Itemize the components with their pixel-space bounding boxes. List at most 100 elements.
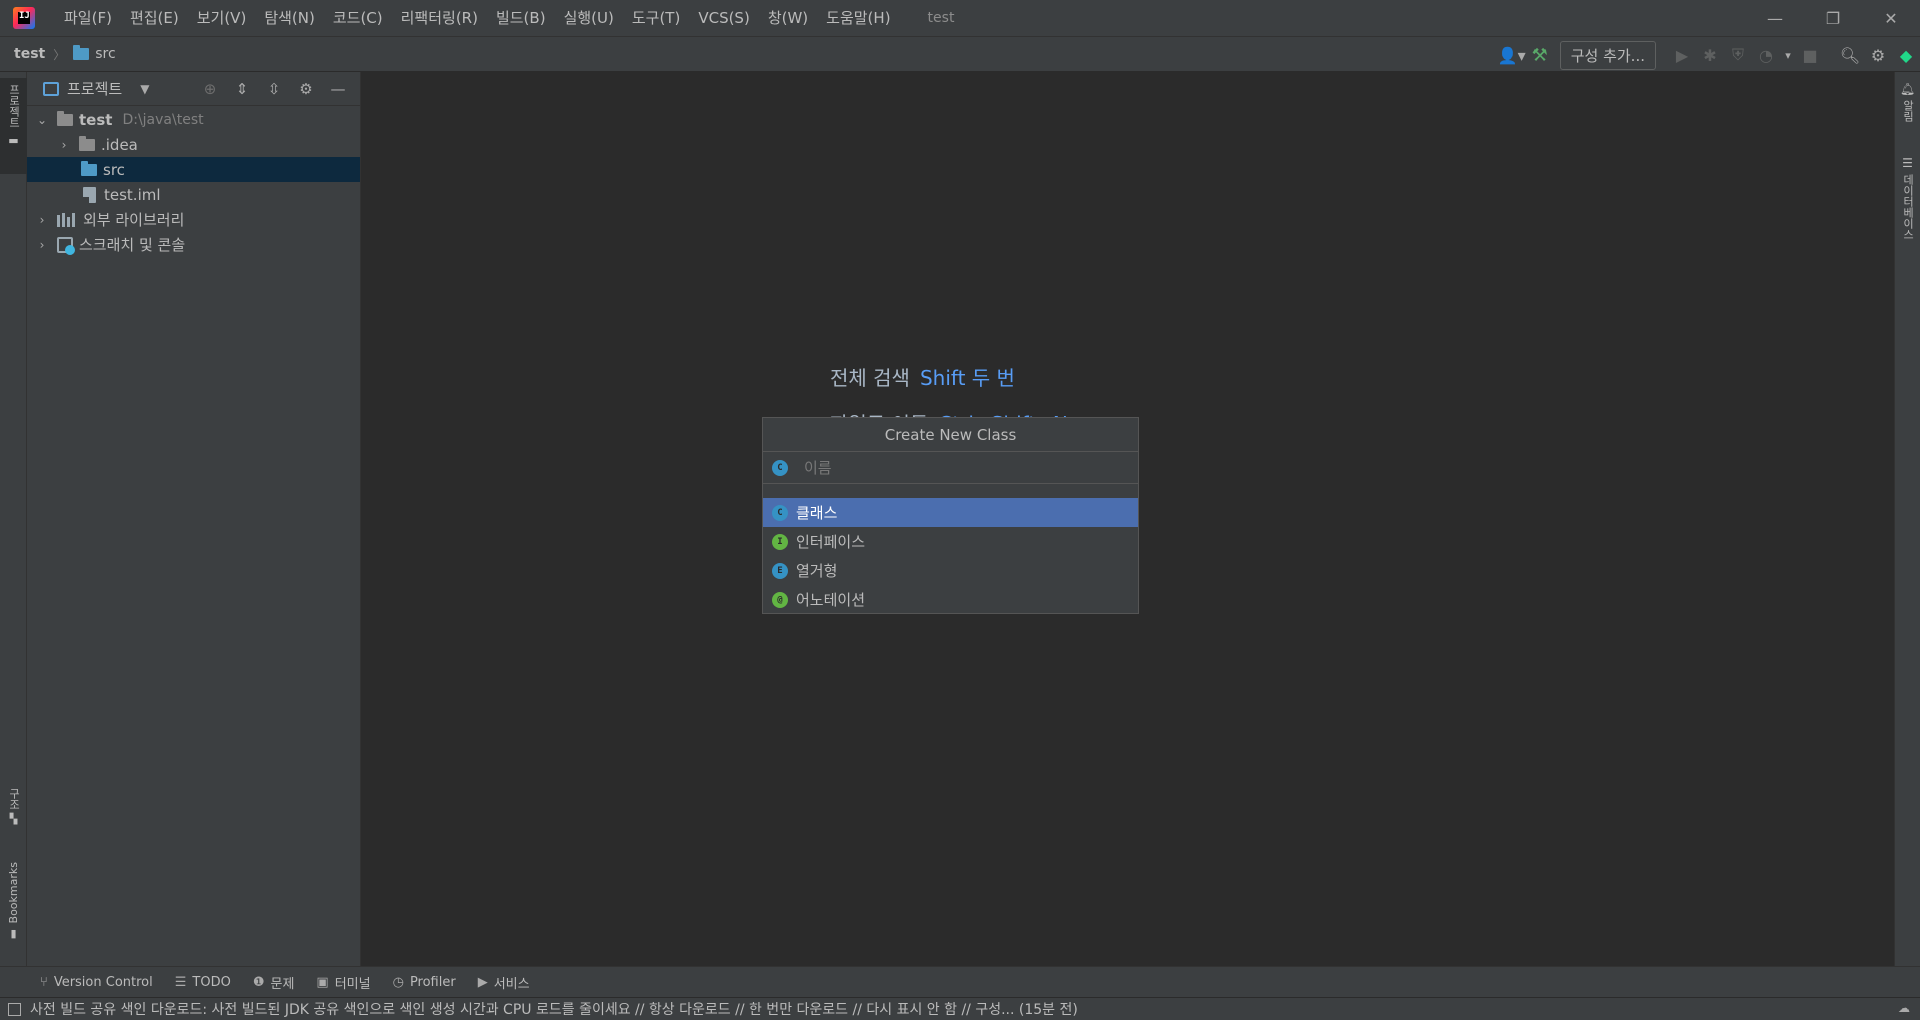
menu-code[interactable]: 코드(C) <box>324 0 392 36</box>
breadcrumb-src[interactable]: src <box>95 46 115 62</box>
hide-panel-icon[interactable]: — <box>322 80 354 98</box>
menu-file[interactable]: 파일(F) <box>55 0 121 36</box>
kind-option-enum[interactable]: E 열거형 <box>763 556 1138 585</box>
tree-item-label: 스크래치 및 콘솔 <box>79 236 186 254</box>
toolbox-icon[interactable]: ◆ <box>1892 41 1920 69</box>
project-tool-tab[interactable]: 프로젝트 ▬ <box>0 78 27 174</box>
profile-icon[interactable]: ◔ <box>1752 41 1780 69</box>
kind-option-class[interactable]: C 클래스 <box>763 498 1138 527</box>
toolbar-right: 👤▾ ⚒ 구성 추가... ▶ ✱ ⛨ ◔ ▾ ■ 🔍︎ ⚙ ◆ <box>1498 37 1920 73</box>
restore-button[interactable]: ❐ <box>1804 0 1862 36</box>
folder-icon: ▬ <box>8 134 19 147</box>
menu-run[interactable]: 실행(U) <box>555 0 623 36</box>
source-folder-icon <box>81 160 97 176</box>
event-log-icon[interactable]: ☁ <box>1898 1001 1910 1015</box>
status-message[interactable]: 사전 빌드 공유 색인 다운로드: 사전 빌드된 JDK 공유 색인으로 색인 … <box>30 999 1078 1019</box>
tree-item-label: src <box>103 160 125 179</box>
branch-icon: ⑂ <box>40 974 48 990</box>
class-kind-icon: C <box>772 459 788 476</box>
chevron-right-icon[interactable]: › <box>57 138 71 152</box>
debug-icon[interactable]: ✱ <box>1696 41 1724 69</box>
tree-item-test-iml[interactable]: test.iml <box>27 182 360 207</box>
stop-icon[interactable]: ■ <box>1796 41 1824 69</box>
build-hammer-icon[interactable]: ⚒ <box>1526 41 1554 69</box>
view-dropdown-icon[interactable]: ▼ <box>140 82 149 96</box>
minimize-button[interactable]: — <box>1746 0 1804 36</box>
more-run-options-icon[interactable]: ▾ <box>1780 41 1796 69</box>
navigation-bar: test 〉 src 👤▾ ⚒ 구성 추가... ▶ ✱ ⛨ ◔ ▾ ■ 🔍︎ … <box>0 36 1920 72</box>
search-icon[interactable]: 🔍︎ <box>1836 41 1864 69</box>
interface-icon: I <box>772 533 788 550</box>
menu-view[interactable]: 보기(V) <box>188 0 256 36</box>
menu-help[interactable]: 도움말(H) <box>817 0 899 36</box>
bell-icon: 🔔︎ <box>1899 82 1916 96</box>
chevron-right-icon[interactable]: › <box>35 213 49 227</box>
structure-icon: ▚ <box>9 814 18 825</box>
user-account-icon[interactable]: 👤▾ <box>1498 41 1526 69</box>
folder-icon <box>73 45 90 60</box>
window-title: test <box>927 10 955 26</box>
project-panel-title[interactable]: 프로젝트 <box>67 78 122 99</box>
notifications-tool-tab[interactable]: 🔔︎ 알림 <box>1895 82 1920 142</box>
structure-tool-tab[interactable]: 구조 ▚ <box>0 788 27 848</box>
chevron-right-icon[interactable]: › <box>35 238 49 252</box>
run-icon[interactable]: ▶ <box>1668 41 1696 69</box>
class-name-field: C <box>763 452 1138 484</box>
folder-icon <box>79 135 95 151</box>
todo-list-icon: ☰ <box>174 974 187 990</box>
kind-option-label: 인터페이스 <box>796 533 866 551</box>
project-panel-actions: ⊕ ⇕ ⇳ ⚙ — <box>194 72 354 106</box>
services-icon: ▶ <box>477 974 488 990</box>
chevron-down-icon[interactable]: ⌄ <box>35 113 49 127</box>
kind-option-label: 어노테이션 <box>796 591 866 609</box>
module-folder-icon <box>57 110 73 126</box>
profiler-icon: ◷ <box>392 974 404 990</box>
menu-build[interactable]: 빌드(B) <box>487 0 555 36</box>
menu-tools[interactable]: 도구(T) <box>623 0 689 36</box>
version-control-tab[interactable]: ⑂ Version Control <box>40 975 153 990</box>
breadcrumb-project[interactable]: test <box>14 46 45 62</box>
profiler-tab[interactable]: ◷ Profiler <box>393 975 456 990</box>
bookmarks-tool-tab[interactable]: Bookmarks ▮ <box>0 862 27 962</box>
menu-vcs[interactable]: VCS(S) <box>689 0 758 36</box>
coverage-icon[interactable]: ⛨ <box>1724 41 1752 69</box>
left-tool-strip: 프로젝트 ▬ 구조 ▚ Bookmarks ▮ <box>0 72 27 966</box>
menu-navigate[interactable]: 탐색(N) <box>255 0 324 36</box>
project-panel-header: 프로젝트 ▼ ⊕ ⇕ ⇳ ⚙ — <box>27 72 360 106</box>
select-opened-file-icon[interactable]: ⊕ <box>194 80 226 98</box>
tree-item-src[interactable]: src <box>27 157 360 182</box>
tree-item-scratches[interactable]: › 스크래치 및 콘솔 <box>27 232 360 257</box>
expand-all-icon[interactable]: ⇕ <box>226 80 258 98</box>
window-controls: — ❐ ✕ <box>1746 0 1920 36</box>
add-configuration-button[interactable]: 구성 추가... <box>1559 40 1656 70</box>
tree-item-label: .idea <box>101 135 138 154</box>
collapse-all-icon[interactable]: ⇳ <box>258 80 290 98</box>
breadcrumb-separator-icon: 〉 <box>53 47 66 62</box>
settings-gear-icon[interactable]: ⚙ <box>1864 41 1892 69</box>
services-tab[interactable]: ▶ 서비스 <box>478 973 530 992</box>
intellij-logo-icon[interactable]: IJ <box>13 7 35 29</box>
tree-item-external-libraries[interactable]: › 외부 라이브러리 <box>27 207 360 232</box>
kind-option-annotation[interactable]: @ 어노테이션 <box>763 585 1138 614</box>
menu-refactor[interactable]: 리팩터링(R) <box>392 0 487 36</box>
tree-item-idea[interactable]: › .idea <box>27 132 360 157</box>
tree-item-test[interactable]: ⌄ test D:\java\test <box>27 107 360 132</box>
options-gear-icon[interactable]: ⚙ <box>290 80 322 98</box>
menu-window[interactable]: 창(W) <box>759 0 817 36</box>
kind-option-interface[interactable]: I 인터페이스 <box>763 527 1138 556</box>
database-tool-tab[interactable]: ☰ 데이터베이스 <box>1895 156 1920 266</box>
todo-tab[interactable]: ☰ TODO <box>175 975 231 990</box>
close-button[interactable]: ✕ <box>1862 0 1920 36</box>
main-menu: 파일(F) 편집(E) 보기(V) 탐색(N) 코드(C) 리팩터링(R) 빌드… <box>55 0 900 36</box>
tree-item-label: 외부 라이브러리 <box>83 211 185 229</box>
class-name-input[interactable] <box>804 458 1104 477</box>
menu-edit[interactable]: 편집(E) <box>121 0 188 36</box>
breadcrumb: test 〉 src <box>0 45 116 63</box>
terminal-tab[interactable]: ▣ 터미널 <box>316 973 370 992</box>
create-new-class-popup: Create New Class C C 클래스 I 인터페이스 E 열거형 @… <box>762 417 1139 614</box>
problems-icon: ❶ <box>252 974 265 990</box>
tool-windows-toggle-icon[interactable] <box>8 1002 21 1016</box>
right-tool-strip: 🔔︎ 알림 ☰ 데이터베이스 <box>1894 72 1920 966</box>
problems-tab[interactable]: ❶ 문제 <box>253 973 295 992</box>
status-bar: 사전 빌드 공유 색인 다운로드: 사전 빌드된 JDK 공유 색인으로 색인 … <box>0 997 1920 1020</box>
